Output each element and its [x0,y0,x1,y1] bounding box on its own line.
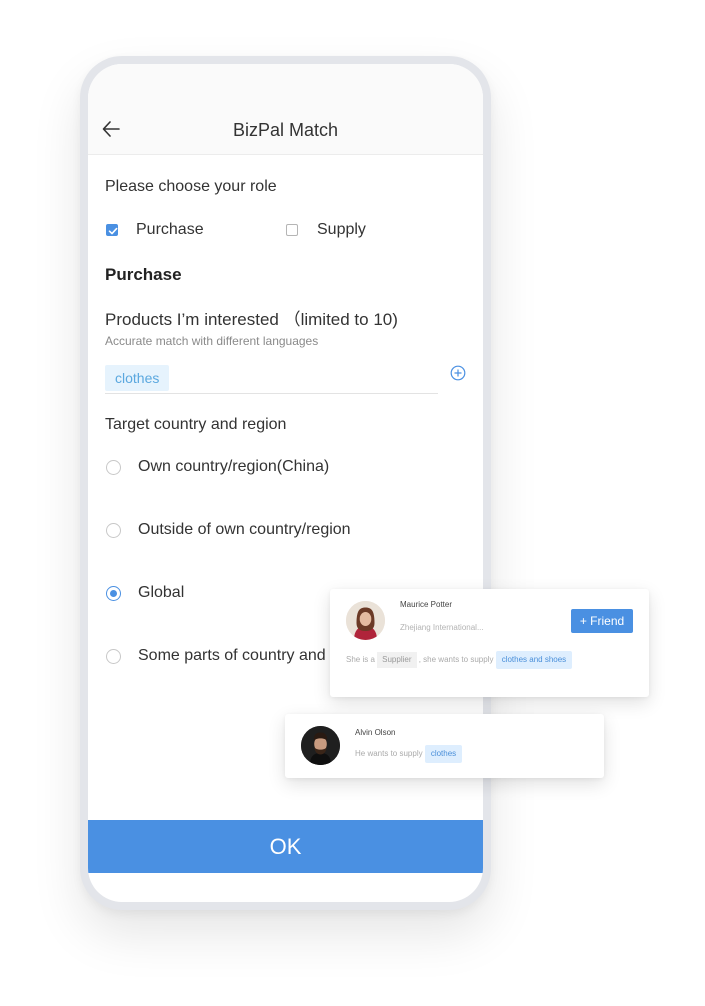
target-option-label: Own country/region(China) [138,458,330,475]
role-question: Please choose your role [105,178,277,195]
supply-chip: clothes and shoes [495,651,573,669]
radio-unselected-icon[interactable] [106,460,121,475]
supply-chip: clothes [424,745,463,763]
avatar [346,601,385,640]
radio-unselected-icon[interactable] [106,649,121,664]
target-option-label: Outside of own country/region [138,521,351,538]
card-name: Alvin Olson [355,728,396,737]
match-card-maurice[interactable]: Maurice Potter Zhejiang International...… [330,589,649,697]
add-friend-button[interactable]: + Friend [571,609,633,633]
card-company: Zhejiang International... [400,623,484,632]
radio-unselected-icon[interactable] [106,523,121,538]
role-chip: Supplier [377,652,417,668]
page-title: BizPal Match [232,120,339,140]
checkbox-unchecked-icon[interactable] [286,224,298,236]
navigation-bar: BizPal Match [88,64,483,155]
phone-frame: BizPal Match Please choose your role Pur… [80,56,491,910]
card-text-prefix: She is a [346,655,375,664]
checkbox-checked-icon[interactable] [106,224,118,236]
plus-circle-icon[interactable] [450,365,466,381]
card-text: He wants to supply [355,749,423,758]
role-option-label: Supply [317,221,366,238]
target-title: Target country and region [105,416,287,433]
card-name: Maurice Potter [400,600,453,609]
avatar [301,726,340,765]
products-hint: Accurate match with different languages [105,334,319,348]
radio-selected-icon[interactable] [106,586,121,601]
products-label: Products I’m interested （limited to 10) [105,310,398,329]
role-option-label: Purchase [136,221,204,238]
card-description: She is a Supplier , she wants to supply … [346,651,573,669]
section-title: Purchase [105,265,182,284]
match-card-alvin[interactable]: Alvin Olson He wants to supply clothes [285,714,604,778]
card-text-middle: , she wants to supply [418,655,494,664]
product-tag[interactable]: clothes [105,365,170,391]
tags-divider [105,393,438,394]
target-option-label: Global [138,584,185,601]
card-description: He wants to supply clothes [355,745,463,763]
ok-button[interactable]: OK [88,820,483,873]
